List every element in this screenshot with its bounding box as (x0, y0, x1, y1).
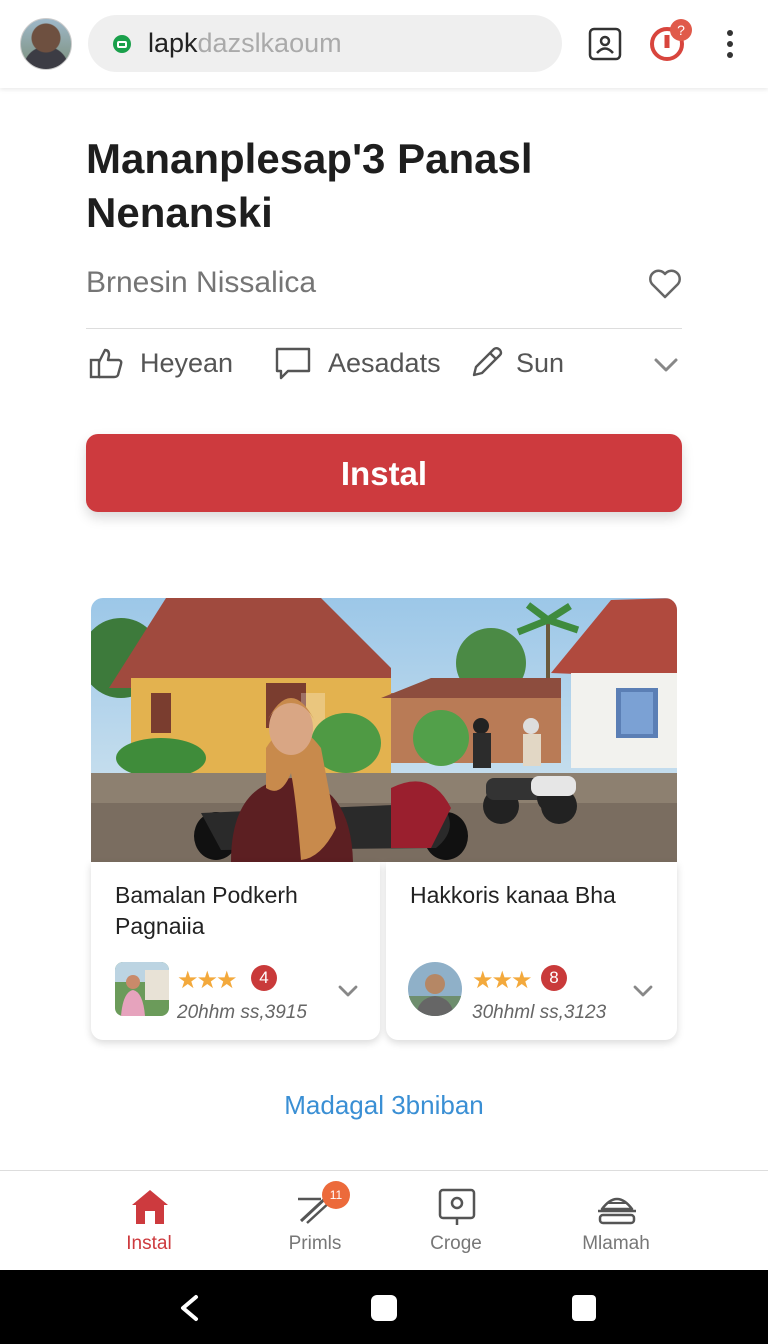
url-text: lapkdazslkaoum (148, 28, 342, 59)
page-subtitle: Brnesin Nissalica (86, 266, 317, 299)
nav-label-croge: Croge (430, 1233, 482, 1254)
nav-item-croge[interactable]: Croge (391, 1171, 521, 1271)
chevron-down-icon[interactable] (632, 984, 654, 998)
meta-edit[interactable]: Sun (468, 340, 564, 386)
nav-item-instal[interactable]: Instal (84, 1171, 214, 1271)
back-icon[interactable] (176, 1294, 202, 1322)
more-menu-icon[interactable] (716, 26, 744, 62)
card-2-title: Hakkoris kanaa Bha (410, 882, 616, 908)
nav-item-mlamah[interactable]: Mlamah (551, 1171, 681, 1271)
nav-label-instal: Instal (126, 1233, 172, 1254)
display-icon (438, 1188, 476, 1225)
meta-comments-label: Aesadats (328, 347, 441, 378)
url-path: dazslkaoum (197, 28, 342, 58)
system-nav-bar (0, 1270, 768, 1344)
more-link[interactable]: Madagal 3bniban (0, 1090, 768, 1121)
meta-comments[interactable]: Aesadats (274, 340, 441, 386)
card-1-title: Bamalan Podkerh Pagnaiia (115, 882, 298, 939)
card-1-stars: ★★★ (177, 967, 238, 994)
nav-label-primls: Primls (288, 1233, 342, 1254)
lock-icon (113, 35, 131, 53)
profile-avatar[interactable] (20, 18, 72, 70)
install-button[interactable]: Instal (86, 434, 682, 512)
nav-label-mlamah: Mlamah (582, 1233, 650, 1254)
thumbs-up-icon (89, 348, 123, 379)
card-2[interactable]: Hakkoris kanaa Bha ★★★ 8 30hhml ss,3123 (386, 862, 677, 1040)
card-2-stars: ★★★ (472, 967, 533, 994)
meta-likes-label: Heyean (140, 347, 234, 378)
chevron-down-icon[interactable] (652, 355, 680, 375)
home-button-icon[interactable] (370, 1294, 398, 1322)
featured-photo[interactable] (91, 598, 677, 862)
chevron-down-icon[interactable] (337, 984, 359, 998)
nav-notification-badge: 11 (322, 1181, 350, 1209)
card-2-meta: 30hhml ss,3123 (472, 1002, 607, 1023)
card-2-rating-badge: 8 (541, 965, 567, 991)
card-2-avatar[interactable] (408, 962, 462, 1016)
card-1-rating-badge: 4 (251, 965, 277, 991)
favorite-heart-icon[interactable] (648, 268, 682, 300)
browser-toolbar: lapkdazslkaoum ? (0, 0, 768, 88)
page-title: Mananplesap'3 Panasl Nenanski (86, 135, 533, 236)
address-bar[interactable]: lapkdazslkaoum (88, 15, 562, 72)
bottom-nav: Instal Primls Croge Mlamah (0, 1170, 768, 1271)
home-icon (132, 1190, 168, 1224)
card-1[interactable]: Bamalan Podkerh Pagnaiia ★★★ 4 20hhm ss,… (91, 862, 380, 1040)
comment-icon (275, 347, 311, 380)
tab-switcher-icon[interactable] (587, 26, 623, 62)
url-host: lapk (148, 28, 198, 58)
dish-icon (598, 1197, 636, 1225)
alert-badge: ? (670, 19, 692, 41)
meta-row: Heyean Aesadats Sun (86, 340, 686, 386)
meta-edit-label: Sun (516, 347, 565, 378)
pencil-icon (472, 347, 503, 377)
card-1-meta: 20hhm ss,3915 (177, 1002, 307, 1023)
meta-likes[interactable]: Heyean (88, 340, 233, 386)
recents-icon[interactable] (571, 1294, 597, 1322)
divider (86, 328, 682, 329)
nav-item-primls[interactable]: Primls (250, 1171, 380, 1271)
card-1-thumbnail[interactable] (115, 962, 169, 1016)
